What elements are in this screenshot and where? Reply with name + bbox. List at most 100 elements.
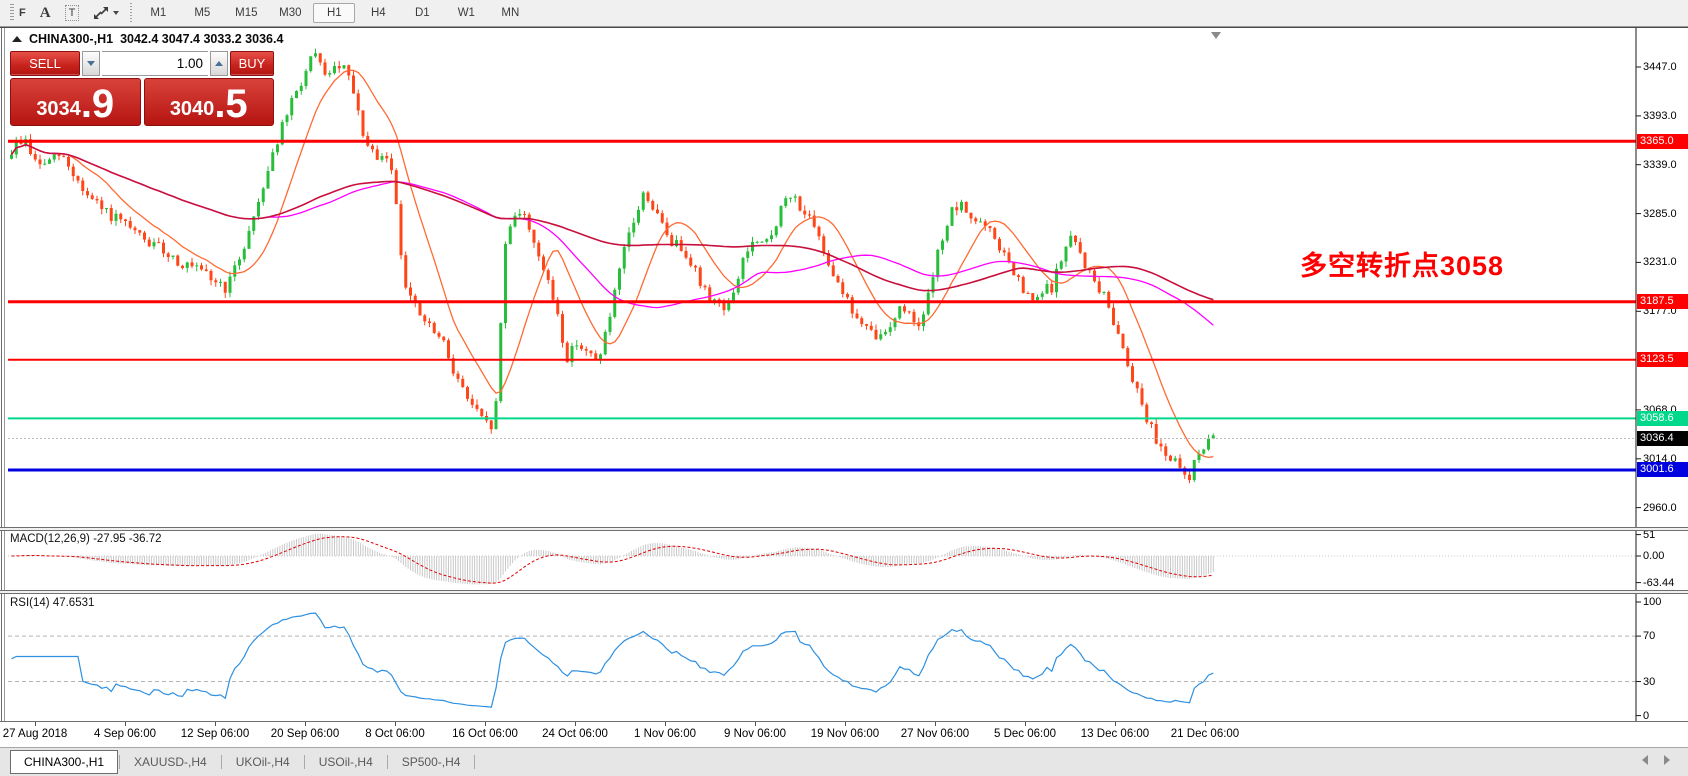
date-label: 5 Dec 06:00 <box>994 728 1056 740</box>
text-box-tool-icon[interactable]: T <box>58 2 87 24</box>
rsi-plot[interactable] <box>0 594 1688 721</box>
timeframe-m15[interactable]: M15 <box>225 3 267 23</box>
current-price-label: 3036.4 <box>1637 431 1688 446</box>
tab-china300-h1[interactable]: CHINA300-,H1 <box>10 750 118 774</box>
level-price-label[interactable]: 3001.6 <box>1637 462 1688 477</box>
rsi-line <box>12 613 1214 707</box>
bid-main-digits: 3034 <box>36 96 81 122</box>
price-tick-label: 3285.0 <box>1643 207 1677 221</box>
timeframe-h4[interactable]: H4 <box>357 3 399 23</box>
bid-fraction-digit: .9 <box>81 86 114 122</box>
tab-separator <box>221 755 222 769</box>
arrows-glyph-icon <box>93 6 109 20</box>
tab-separator <box>119 755 120 769</box>
macd-label: MACD(12,26,9) -27.95 -36.72 <box>10 533 162 545</box>
chart-tab-bar: CHINA300-,H1XAUUSD-,H4UKOil-,H4USOil-,H4… <box>0 747 1688 776</box>
timeframe-m5[interactable]: M5 <box>181 3 223 23</box>
date-tick <box>305 722 306 726</box>
date-label: 24 Oct 06:00 <box>542 728 608 740</box>
volume-input[interactable] <box>102 51 208 76</box>
chart-shift-marker <box>1211 32 1221 39</box>
timeframe-group: M1M5M15M30H1H4D1W1MN <box>136 0 532 26</box>
date-label: 8 Oct 06:00 <box>365 728 424 740</box>
timeframe-w1[interactable]: W1 <box>445 3 487 23</box>
sell-button[interactable]: SELL <box>10 51 80 76</box>
price-tick-label: 3339.0 <box>1643 158 1677 172</box>
date-label: 27 Aug 2018 <box>3 728 68 740</box>
tab-sp500-h4[interactable]: SP500-,H4 <box>389 751 474 773</box>
date-label: 19 Nov 06:00 <box>811 728 879 740</box>
price-tick-label: 3393.0 <box>1643 109 1677 123</box>
top-toolbar: F A T M1M5M15M30H1H4D1W1MN <box>0 0 1688 27</box>
timeframe-mn[interactable]: MN <box>489 3 531 23</box>
date-label: 20 Sep 06:00 <box>271 728 339 740</box>
date-label: 21 Dec 06:00 <box>1171 728 1239 740</box>
date-tick <box>125 722 126 726</box>
chart-annotation[interactable]: 多空转折点3058 <box>1300 244 1504 283</box>
volume-increase-button[interactable] <box>210 51 228 76</box>
chart-tabs: CHINA300-,H1XAUUSD-,H4UKOil-,H4USOil-,H4… <box>0 750 476 774</box>
date-label: 16 Oct 06:00 <box>452 728 518 740</box>
t-glyph: T <box>65 5 80 21</box>
tab-separator <box>304 755 305 769</box>
date-tick <box>1115 722 1116 726</box>
date-label: 13 Dec 06:00 <box>1081 728 1149 740</box>
level-price-label[interactable]: 3058.6 <box>1637 411 1688 426</box>
bid-price-box[interactable]: 3034.9 <box>10 78 141 126</box>
a-glyph: A <box>40 5 51 22</box>
chart-symbol-label: CHINA300-,H1 <box>29 32 113 46</box>
timeframe-m30[interactable]: M30 <box>269 3 311 23</box>
level-price-label[interactable]: 3123.5 <box>1637 352 1688 367</box>
date-tick <box>665 722 666 726</box>
date-tick <box>755 722 756 726</box>
dropdown-caret-icon <box>113 11 119 15</box>
one-click-trading-panel: SELL BUY 3034.9 3040.5 <box>10 51 274 126</box>
up-arrow-icon <box>215 61 223 66</box>
date-tick <box>485 722 486 726</box>
price-tick-label: 3231.0 <box>1643 255 1677 269</box>
rsi-label: RSI(14) 47.6531 <box>10 597 94 609</box>
level-price-label[interactable]: 3365.0 <box>1637 134 1688 149</box>
volume-decrease-button[interactable] <box>82 51 100 76</box>
tab-scroll-left-icon[interactable] <box>1642 755 1648 765</box>
date-tick <box>935 722 936 726</box>
chart-ohlc-values: 3042.4 3047.4 3033.2 3036.4 <box>120 32 283 46</box>
tab-xauusd-h4[interactable]: XAUUSD-,H4 <box>121 751 220 773</box>
date-label: 1 Nov 06:00 <box>634 728 696 740</box>
date-tick <box>35 722 36 726</box>
tab-scroll-right-icon[interactable] <box>1664 755 1670 765</box>
f-tool-label: F <box>19 7 26 19</box>
tab-usoil-h4[interactable]: USOil-,H4 <box>306 751 386 773</box>
date-label: 9 Nov 06:00 <box>724 728 786 740</box>
ma-110-line <box>12 145 1214 300</box>
grip-dots-icon <box>10 4 14 22</box>
toolbar-separator <box>130 3 132 23</box>
tab-separator <box>387 755 388 769</box>
timeframe-m1[interactable]: M1 <box>137 3 179 23</box>
text-label-tool-icon[interactable]: A <box>33 2 58 24</box>
level-price-label[interactable]: 3187.5 <box>1637 294 1688 309</box>
toolbar-grip-f-icon[interactable]: F <box>0 2 33 24</box>
shapes-tool-icon[interactable] <box>86 2 126 24</box>
timeframe-h1[interactable]: H1 <box>313 3 355 23</box>
ask-price-box[interactable]: 3040.5 <box>144 78 275 126</box>
ask-main-digits: 3040 <box>170 96 215 122</box>
tab-separator <box>474 755 475 769</box>
down-arrow-icon <box>87 61 95 66</box>
tab-ukoil-h4[interactable]: UKOil-,H4 <box>223 751 303 773</box>
date-label: 27 Nov 06:00 <box>901 728 969 740</box>
date-tick <box>395 722 396 726</box>
date-tick <box>215 722 216 726</box>
price-tick-label: 2960.0 <box>1643 501 1677 515</box>
macd-histogram <box>12 534 1214 585</box>
collapse-icon[interactable] <box>12 36 22 42</box>
date-label: 12 Sep 06:00 <box>181 728 249 740</box>
buy-button[interactable]: BUY <box>230 51 274 76</box>
date-label: 4 Sep 06:00 <box>94 728 156 740</box>
date-tick <box>1205 722 1206 726</box>
timeframe-d1[interactable]: D1 <box>401 3 443 23</box>
date-tick <box>845 722 846 726</box>
date-tick <box>1025 722 1026 726</box>
ask-fraction-digit: .5 <box>214 86 247 122</box>
macd-plot[interactable] <box>0 531 1688 590</box>
